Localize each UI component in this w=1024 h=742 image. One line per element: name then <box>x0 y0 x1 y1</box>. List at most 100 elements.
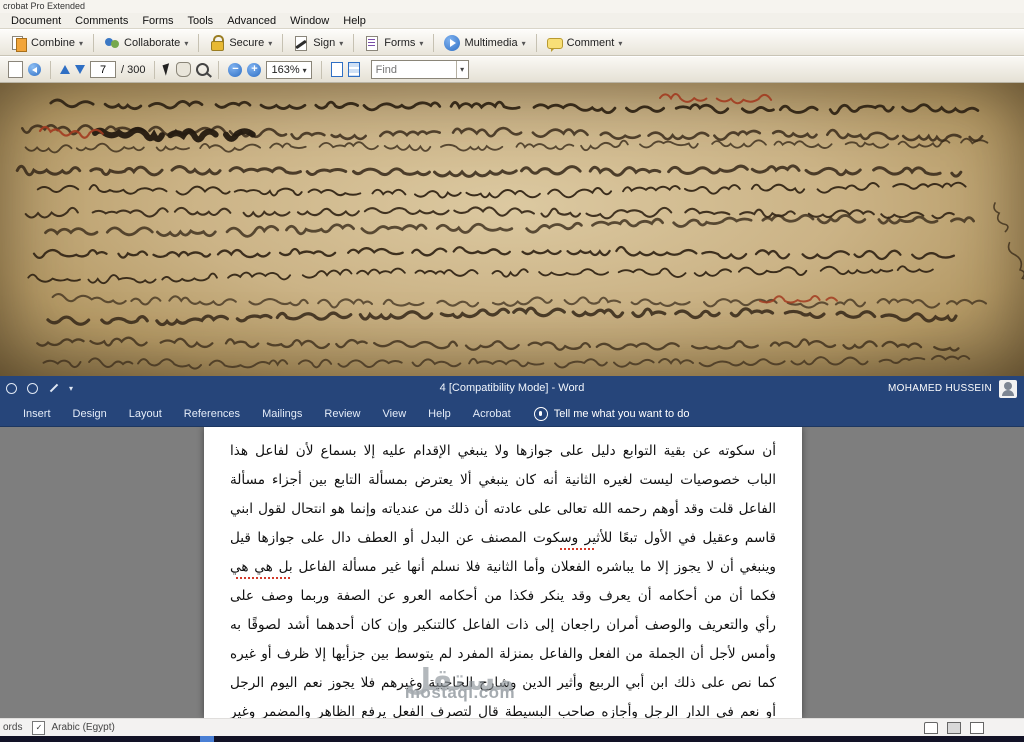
toolbar-separator <box>282 34 283 52</box>
secure-label: Secure <box>229 37 264 49</box>
hand-tool-icon[interactable] <box>176 62 191 77</box>
tab-help[interactable]: Help <box>417 408 462 420</box>
document-line: الفاعل قلت وقد أوهم رحمه الله تعالى على … <box>230 495 776 524</box>
document-line: رأي والتعريف والوصف أمران راجعان إلى ذات… <box>230 611 776 640</box>
user-avatar[interactable] <box>999 380 1017 398</box>
word-titlebar: 4 [Compatibility Mode] - Word MOHAMED HU… <box>0 376 1024 401</box>
print-layout-icon[interactable] <box>947 722 961 734</box>
word-document-area: أن سكوته عن بقية التوابع دليل على جوازها… <box>0 427 1024 718</box>
view-shortcuts <box>924 722 984 734</box>
zoom-level-dropdown[interactable]: 163% <box>266 61 311 79</box>
document-page[interactable]: أن سكوته عن بقية التوابع دليل على جوازها… <box>204 427 802 718</box>
pdf-page-manuscript[interactable] <box>0 83 1024 376</box>
word-ribbon-tabs: Insert Design Layout References Mailings… <box>0 401 1024 427</box>
sign-button[interactable]: Sign <box>287 33 349 53</box>
document-line: أن سكوته عن بقية التوابع دليل على جوازها… <box>230 437 776 466</box>
screen: crobat Pro Extended Document Comments Fo… <box>0 0 1024 742</box>
comment-button[interactable]: Comment <box>541 34 629 51</box>
menu-help[interactable]: Help <box>336 15 373 27</box>
toolbar-separator <box>321 61 322 79</box>
collaborate-label: Collaborate <box>124 37 180 49</box>
tab-layout[interactable]: Layout <box>118 408 173 420</box>
chevron-down-icon <box>522 37 526 49</box>
word-document-title: 4 [Compatibility Mode] - Word <box>0 376 1024 401</box>
acrobat-nav-toolbar: / 300 163% <box>0 57 1024 83</box>
web-layout-icon[interactable] <box>970 722 984 734</box>
tab-mailings[interactable]: Mailings <box>251 408 313 420</box>
document-line: فكما أن من أحكامه أن يعرف وقد ينكر فكذا … <box>230 582 776 611</box>
taskbar-strip <box>0 736 1024 742</box>
form-icon <box>364 35 380 51</box>
document-line: وينبغي أن لا يجوز إلا ما يباشره الفعلان … <box>230 553 776 582</box>
acrobat-main-toolbar: Combine Collaborate Secure Sign Forms <box>0 30 1024 56</box>
pen-icon <box>293 35 309 51</box>
tab-view[interactable]: View <box>372 408 418 420</box>
combine-label: Combine <box>31 37 75 49</box>
tell-me-label: Tell me what you want to do <box>554 408 690 420</box>
chevron-down-icon <box>339 37 343 49</box>
menu-forms[interactable]: Forms <box>135 15 180 27</box>
collaborate-icon <box>104 35 120 51</box>
menu-document[interactable]: Document <box>4 15 68 27</box>
find-box <box>371 60 469 79</box>
document-line: وأمس لأجل أن الجملة من الفعل والفاعل بمن… <box>230 640 776 669</box>
chevron-down-icon <box>184 37 188 49</box>
toolbar-separator <box>198 34 199 52</box>
toolbar-separator <box>353 34 354 52</box>
marquee-zoom-icon[interactable] <box>196 63 209 76</box>
toolbar-separator <box>154 61 155 79</box>
sign-label: Sign <box>313 37 335 49</box>
previous-view-icon[interactable] <box>28 63 41 76</box>
zoom-out-button[interactable] <box>228 63 242 77</box>
zoom-level-value: 163% <box>271 64 299 76</box>
forms-label: Forms <box>384 37 415 49</box>
tell-me-box[interactable]: Tell me what you want to do <box>534 407 690 421</box>
speech-bubble-icon <box>547 38 563 49</box>
acrobat-menubar: Document Comments Forms Tools Advanced W… <box>0 13 1024 29</box>
chevron-down-icon <box>303 64 307 76</box>
zoom-in-button[interactable] <box>247 63 261 77</box>
lightbulb-icon <box>534 407 548 421</box>
single-page-view-icon[interactable] <box>331 62 343 77</box>
acrobat-window-title: crobat Pro Extended <box>0 0 1024 13</box>
toolbar-separator <box>50 61 51 79</box>
continuous-view-icon[interactable] <box>348 62 360 77</box>
tab-references[interactable]: References <box>173 408 251 420</box>
find-options-button[interactable] <box>456 61 468 78</box>
next-page-button[interactable] <box>75 65 85 74</box>
page-number-input[interactable] <box>90 61 116 78</box>
menu-advanced[interactable]: Advanced <box>220 15 283 27</box>
menu-tools[interactable]: Tools <box>181 15 221 27</box>
multimedia-button[interactable]: Multimedia <box>438 33 531 53</box>
document-line: الباب خصوصيات ليست لغيره الثانية أنه كان… <box>230 466 776 495</box>
tab-review[interactable]: Review <box>313 408 371 420</box>
signed-in-user[interactable]: MOHAMED HUSSEIN <box>888 376 992 401</box>
tab-design[interactable]: Design <box>62 408 118 420</box>
menu-comments[interactable]: Comments <box>68 15 135 27</box>
manuscript-handwriting <box>0 83 1024 376</box>
find-input[interactable] <box>372 64 456 76</box>
chevron-down-icon <box>79 37 83 49</box>
language-label[interactable]: Arabic (Egypt) <box>51 722 114 733</box>
previous-page-button[interactable] <box>60 65 70 74</box>
word-count-label[interactable]: ords <box>3 722 22 733</box>
document-text[interactable]: أن سكوته عن بقية التوابع دليل على جوازها… <box>230 437 776 718</box>
secure-button[interactable]: Secure <box>203 33 278 53</box>
toolbar-separator <box>433 34 434 52</box>
forms-button[interactable]: Forms <box>358 33 429 53</box>
combine-button[interactable]: Combine <box>5 33 89 53</box>
page-thumbnails-icon[interactable] <box>8 61 23 78</box>
proofing-check-icon[interactable] <box>32 721 45 735</box>
menu-window[interactable]: Window <box>283 15 336 27</box>
tab-insert[interactable]: Insert <box>12 408 62 420</box>
page-total-label: / 300 <box>121 64 145 76</box>
read-mode-icon[interactable] <box>924 722 938 734</box>
tab-acrobat[interactable]: Acrobat <box>462 408 522 420</box>
toolbar-separator <box>93 34 94 52</box>
chevron-down-icon <box>419 37 423 49</box>
lock-icon <box>209 35 225 51</box>
collaborate-button[interactable]: Collaborate <box>98 33 194 53</box>
select-tool-icon[interactable] <box>163 63 173 76</box>
comment-label: Comment <box>567 37 615 49</box>
taskbar-item[interactable] <box>200 736 214 742</box>
